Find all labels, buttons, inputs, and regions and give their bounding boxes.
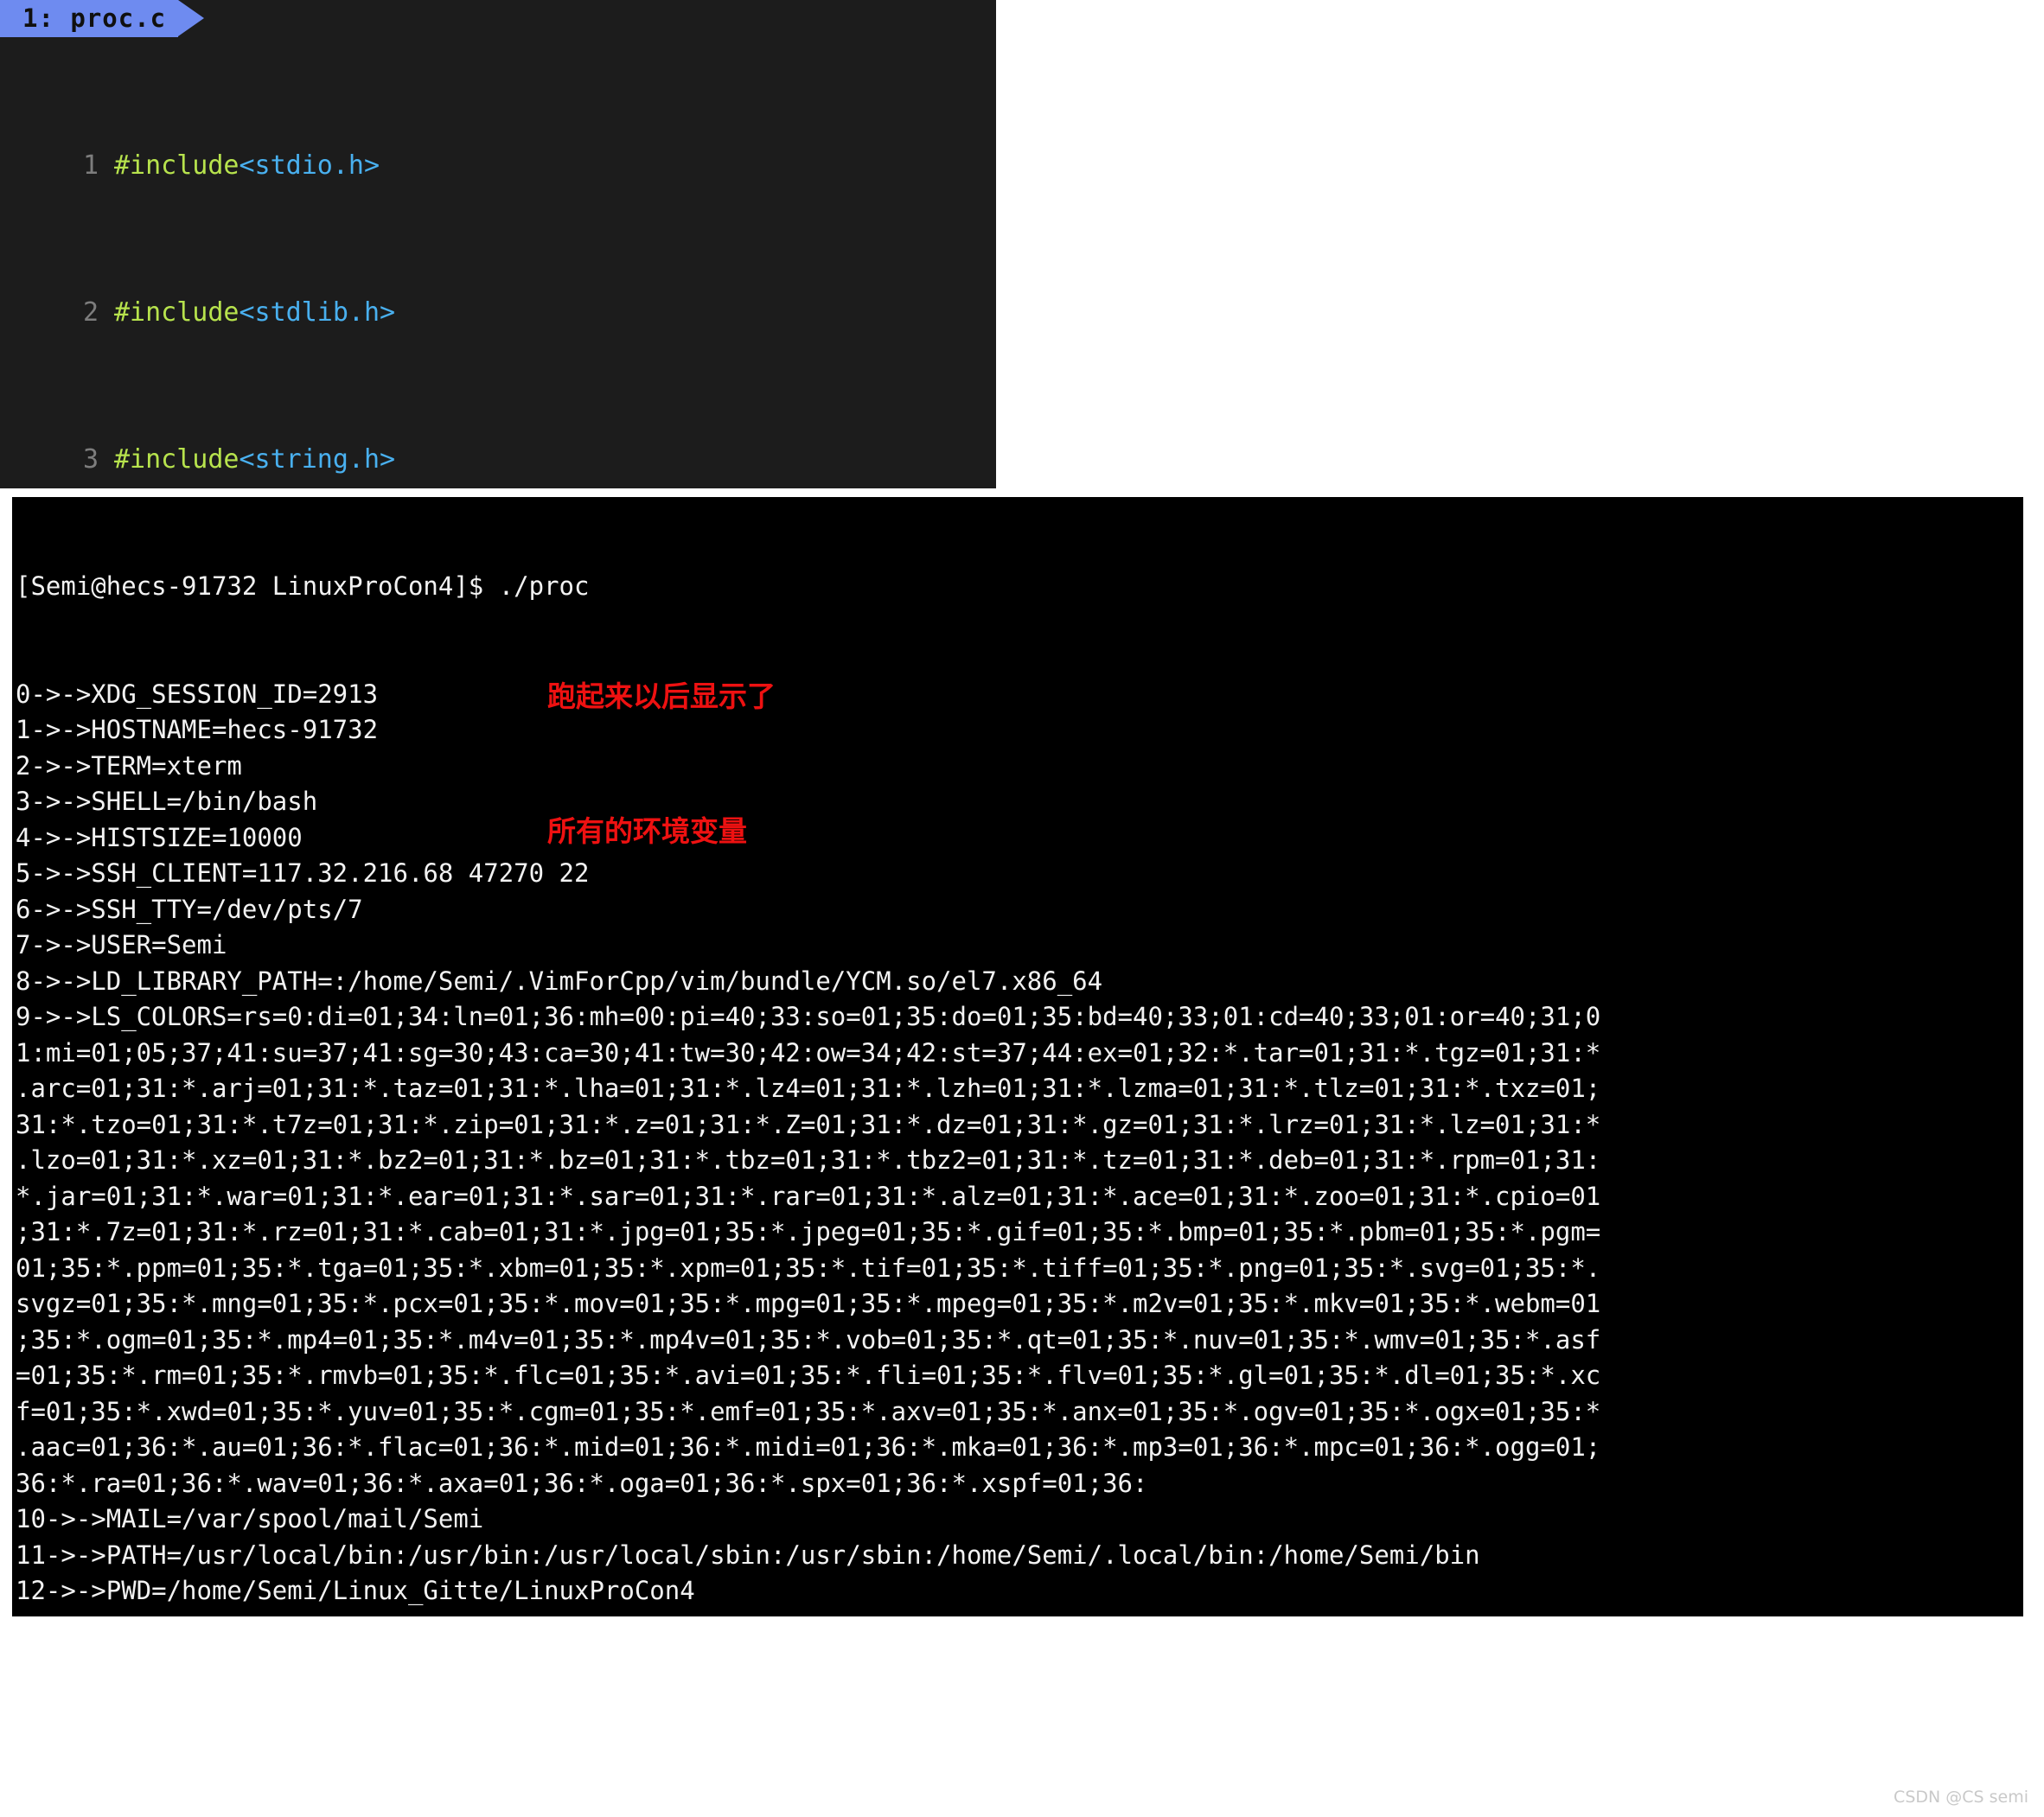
terminal-output-line: 10->->MAIL=/var/spool/mail/Semi: [16, 1504, 484, 1533]
terminal-output-line: ;35:*.ogm=01;35:*.mp4=01;35:*.m4v=01;35:…: [16, 1324, 1601, 1355]
terminal-prompt-line: [Semi@hecs-91732 LinuxProCon4]$ ./proc: [16, 571, 590, 601]
terminal-output-line: 01;35:*.ppm=01;35:*.tga=01;35:*.xbm=01;3…: [16, 1253, 1601, 1283]
terminal-output-line: 9->->LS_COLORS=rs=0:di=01;34:ln=01;36:mh…: [16, 1002, 1601, 1031]
line-number: 1: [82, 150, 99, 181]
terminal-output-line: 8->->LD_LIBRARY_PATH=:/home/Semi/.VimFor…: [16, 966, 1103, 996]
code-line: 3 #include<string.h>: [0, 442, 996, 479]
vim-editor-pane[interactable]: 1: proc.c 1 #include<stdio.h> 2 #include<s…: [0, 0, 996, 488]
terminal-output-line: .aac=01;36:*.au=01;36:*.flac=01;36:*.mid…: [16, 1432, 1601, 1462]
terminal-output-line: ;31:*.7z=01;31:*.rz=01;31:*.cab=01;31:*.…: [16, 1217, 1601, 1246]
terminal-output-line: 5->->SSH_CLIENT=117.32.216.68 47270 22: [16, 858, 590, 888]
terminal-output-line: *.jar=01;31:*.war=01;31:*.ear=01;31:*.sa…: [16, 1181, 1601, 1211]
annotation-note: 跑起来以后显示了 所有的环境变量: [547, 584, 776, 899]
line-number: 3: [82, 443, 99, 475]
code-line: 1 #include<stdio.h>: [0, 148, 996, 185]
sign-column: [0, 442, 45, 479]
code-token-header: <stdio.h>: [239, 150, 380, 181]
code-token-header: <stdlib.h>: [239, 296, 396, 328]
terminal-output-line: .arc=01;31:*.arj=01;31:*.taz=01;31:*.lha…: [16, 1074, 1601, 1103]
terminal-output-line: .lzo=01;31:*.xz=01;31:*.bz2=01;31:*.bz=0…: [16, 1145, 1601, 1175]
code-line: 2 #include<stdlib.h>: [0, 295, 996, 332]
terminal-output-line: 31:*.tzo=01;31:*.t7z=01;31:*.zip=01;31:*…: [16, 1109, 1601, 1139]
vim-tabline: 1: proc.c: [0, 0, 996, 37]
terminal-output-line: 4->->HISTSIZE=10000: [16, 822, 303, 852]
terminal-output-line: =01;35:*.rm=01;35:*.rmvb=01;35:*.flc=01;…: [16, 1361, 1601, 1390]
terminal-output-line: 6->->SSH_TTY=/dev/pts/7: [16, 894, 363, 924]
code-token-header: <string.h>: [239, 443, 396, 475]
terminal-output-line: 1:mi=01;05;37;41:su=37;41:sg=30;43:ca=30…: [16, 1037, 1601, 1068]
watermark: CSDN @CS semi: [1894, 1788, 2028, 1807]
terminal-output-line: 12->->PWD=/home/Semi/Linux_Gitte/LinuxPr…: [16, 1576, 695, 1605]
terminal-output: 0->->XDG_SESSION_ID=2913 1->->HOSTNAME=he…: [12, 677, 2023, 1617]
code-token-preprocessor: #include: [114, 296, 240, 328]
terminal-output-line: 11->->PATH=/usr/local/bin:/usr/bin:/usr/…: [16, 1540, 1480, 1570]
sign-column: [0, 295, 45, 332]
sign-column: [0, 148, 45, 185]
terminal-output-line: 3->->SHELL=/bin/bash: [16, 787, 318, 816]
terminal-output-line: svgz=01;35:*.mng=01;35:*.pcx=01;35:*.mov…: [16, 1289, 1601, 1318]
terminal-pane[interactable]: [Semi@hecs-91732 LinuxProCon4]$ ./proc 0…: [12, 497, 2023, 1616]
terminal-output-line: 7->->USER=Semi: [16, 930, 227, 960]
terminal-output-line: 1->->HOSTNAME=hecs-91732: [16, 715, 379, 744]
terminal-output-line: f=01;35:*.xwd=01;35:*.yuv=01;35:*.cgm=01…: [16, 1396, 1601, 1426]
terminal-output-line: 13->->LANG=en_US.UTF-8: [12, 1610, 2023, 1617]
editor-tab-proc-c[interactable]: 1: proc.c: [0, 0, 205, 37]
annotation-line-2: 所有的环境变量: [547, 814, 747, 848]
terminal-output-line: 2->->TERM=xterm: [16, 750, 242, 781]
annotation-line-1: 跑起来以后显示了: [547, 679, 776, 713]
code-token-preprocessor: #include: [114, 443, 240, 475]
terminal-output-line: 0->->XDG_SESSION_ID=2913: [16, 679, 379, 709]
code-token-preprocessor: #include: [114, 150, 240, 181]
line-number: 2: [82, 296, 99, 328]
code-area[interactable]: 1 #include<stdio.h> 2 #include<stdlib.h> 3…: [0, 37, 996, 488]
terminal-output-line: 36:*.ra=01;36:*.wav=01;36:*.axa=01;36:*.…: [16, 1468, 1148, 1498]
